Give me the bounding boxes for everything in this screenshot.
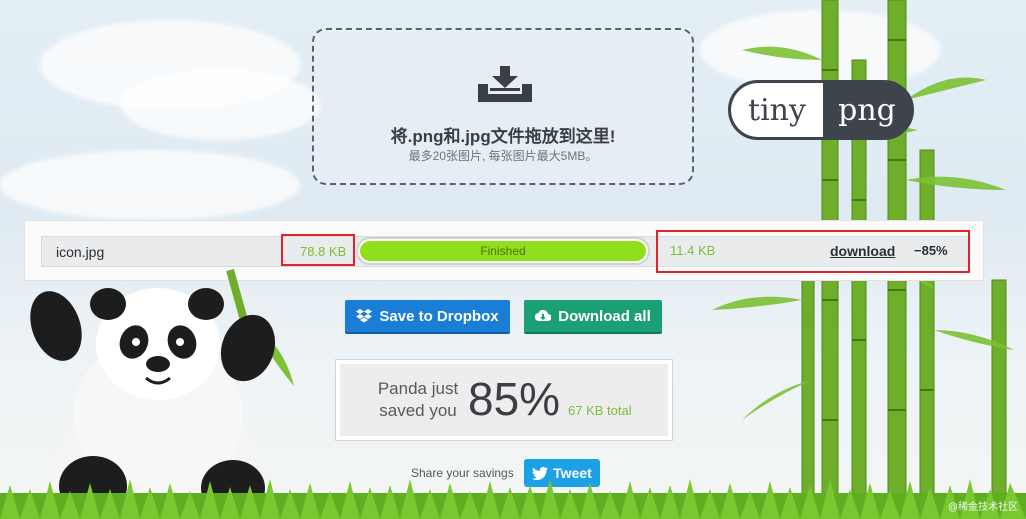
progress-status: Finished [480,244,526,258]
dropzone-subtitle: 最多20张图片, 每张图片最大5MB。 [408,149,598,163]
download-link[interactable]: download [830,243,895,259]
original-size-highlight [281,234,355,266]
compression-progress-bar: Finished [356,237,650,265]
tinypng-logo[interactable]: tiny png [728,80,914,140]
savings-percent: 85% [468,373,561,425]
dropbox-icon [356,309,373,323]
reduction-percent: −85% [914,243,948,258]
savings-summary: Panda just saved you 85% 67 KB total [335,359,673,441]
file-name: icon.jpg [56,244,105,260]
cloud [120,70,320,140]
cloud-download-icon [535,310,552,322]
savings-text: Panda just saved you [377,379,459,420]
dropzone-title: 将.png和.jpg文件拖放到这里! [390,127,616,146]
save-to-dropbox-button[interactable]: Save to Dropbox [345,300,510,334]
logo-png-text: png [838,92,896,128]
progress-fill: Finished [360,241,646,261]
file-dropzone[interactable]: 将.png和.jpg文件拖放到这里! 最多20张图片, 每张图片最大5MB。 [312,28,694,185]
save-to-dropbox-label: Save to Dropbox [379,307,499,325]
savings-inner: Panda just saved you 85% 67 KB total [340,364,668,436]
logo-tiny-text: tiny [731,83,823,137]
compressed-size: 11.4 KB [670,243,716,258]
download-all-button[interactable]: Download all [524,300,662,334]
cloud [0,150,300,220]
grass-decoration [0,479,1026,519]
watermark: @稀金技术社区 [947,502,1018,513]
savings-total: 67 KB total [568,403,632,418]
download-all-label: Download all [558,307,651,325]
download-tray-icon [478,66,532,102]
